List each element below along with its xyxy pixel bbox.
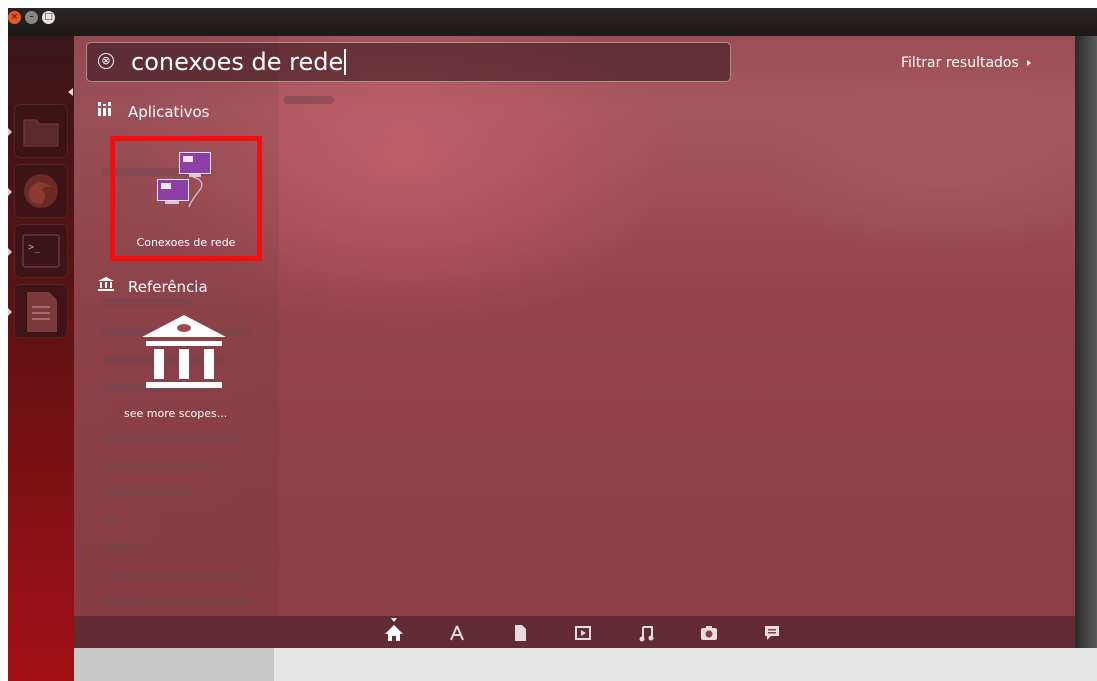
window-minimize-button[interactable]: – [25,11,38,24]
speech-bubble-icon [765,626,779,640]
blurred-text [102,598,252,606]
document-icon [27,292,57,332]
photo-lens-button[interactable] [699,623,719,643]
building-icon [142,315,226,388]
blurred-text [102,434,242,442]
blurred-text [102,488,192,496]
launcher-firefox-button[interactable] [14,164,68,218]
chevron-right-icon [1026,60,1031,66]
launcher-writer-button[interactable] [14,284,68,338]
running-indicator-icon [8,128,12,136]
home-icon [385,625,403,641]
building-icon [98,276,116,296]
search-input[interactable]: ⊗ conexoes de rede [86,42,731,82]
background-window-edge [1075,36,1097,648]
more-scopes-label: see more scopes... [124,407,228,420]
launcher-files-button[interactable] [14,104,68,158]
background-window-sidebar [74,648,274,681]
social-lens-button[interactable] [762,623,782,643]
filter-results-label: Filtrar resultados [901,55,1019,71]
more-scopes-result[interactable]: see more scopes... [110,311,262,421]
window-maximize-button[interactable]: □ [42,11,55,24]
apps-lens-button[interactable] [447,623,467,643]
files-icon [515,625,526,641]
blurred-text [102,544,142,552]
launcher-terminal-button[interactable]: >_ [14,224,68,278]
music-lens-button[interactable] [636,623,656,643]
desktop: × – □ >_ ⊗ conexoes de rede Filtrar resu… [8,8,1097,681]
search-query-text: conexoes de rede [131,48,347,76]
camera-icon [701,626,717,640]
category-header-apps: Aplicativos [98,101,209,121]
blurred-text [102,516,122,524]
text-cursor [344,49,347,75]
active-lens-indicator [391,618,397,622]
blurred-text [102,462,222,470]
terminal-icon: >_ [22,234,60,268]
firefox-icon [24,174,58,208]
filter-results-button[interactable]: Filtrar resultados [901,55,1031,71]
lens-bar [74,616,1075,648]
category-label: Aplicativos [128,103,210,121]
blurred-text [102,298,192,306]
running-indicator-icon [8,308,12,316]
app-result-label: Conexoes de rede [136,236,236,249]
app-result-network-connections[interactable]: Conexoes de rede [110,136,262,261]
running-indicator-icon [8,248,12,256]
clear-search-icon[interactable]: ⊗ [98,53,114,69]
running-indicator-icon [8,188,12,196]
dash-overlay: ⊗ conexoes de rede Filtrar resultados Ap… [74,36,1076,648]
category-label: Referência [128,278,208,296]
svg-text:>_: >_ [28,242,41,253]
launcher: >_ [8,36,1076,681]
background-window-content [274,648,1097,681]
top-panel: × – □ [8,8,1097,36]
apps-category-icon [98,101,116,121]
category-header-reference: Referência [98,276,208,296]
video-icon [575,626,591,640]
blurred-text [284,96,334,104]
files-lens-button[interactable] [510,623,530,643]
home-lens-button[interactable] [384,623,404,643]
video-lens-button[interactable] [573,623,593,643]
blurred-text [102,572,252,580]
apps-icon [450,625,464,641]
folder-icon [23,119,59,147]
music-icon [639,626,654,642]
active-indicator-icon [68,88,73,96]
window-close-button[interactable]: × [8,11,21,24]
